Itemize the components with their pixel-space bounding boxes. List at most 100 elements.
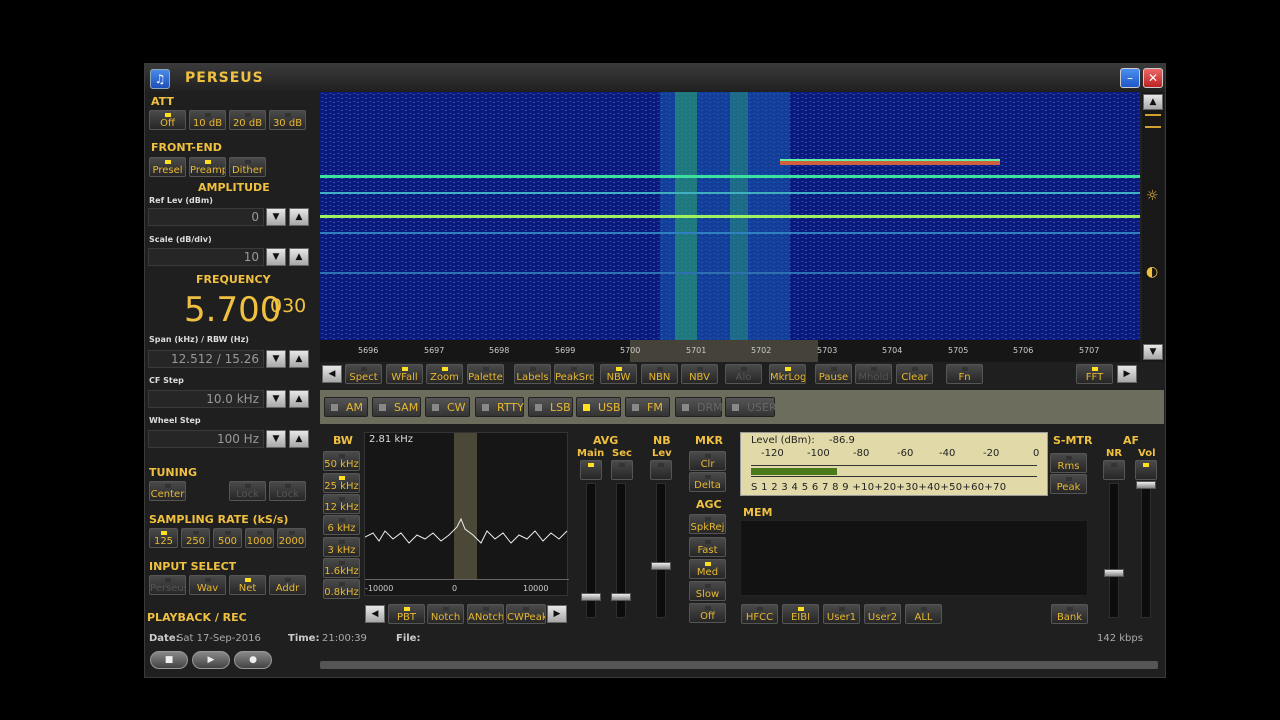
scroll-up-icon[interactable]: ▲: [1143, 94, 1163, 110]
rms-button[interactable]: Rms: [1050, 453, 1087, 473]
rate-250-button[interactable]: 250: [181, 528, 210, 548]
anotch-button[interactable]: ANotch: [467, 604, 504, 624]
mode-usb-button[interactable]: USB: [576, 397, 621, 417]
palette-button[interactable]: Palette: [467, 364, 504, 384]
nr-slider[interactable]: [1109, 483, 1119, 618]
pbt-right-icon[interactable]: ▶: [547, 605, 567, 623]
pbt-left-icon[interactable]: ◀: [365, 605, 385, 623]
wheel-step-field[interactable]: 100 Hz: [148, 430, 264, 448]
nr-toggle[interactable]: [1103, 460, 1125, 480]
mkr-delta-button[interactable]: Delta: [689, 472, 726, 492]
stop-icon[interactable]: ■: [150, 651, 188, 669]
mem-all-button[interactable]: ALL: [905, 604, 942, 624]
ref-lev-field[interactable]: 0: [148, 208, 264, 226]
agc-off-button[interactable]: Off: [689, 603, 726, 623]
att-20db-button[interactable]: 20 dB: [229, 110, 266, 130]
bw-1600-button[interactable]: 1.6kHz: [323, 558, 360, 578]
mem-bank-button[interactable]: Bank: [1051, 604, 1088, 624]
bw-50k-button[interactable]: 50 kHz: [323, 451, 360, 471]
vol-knob[interactable]: [1136, 481, 1156, 489]
nb-lev-knob[interactable]: [651, 562, 671, 570]
input-wav-button[interactable]: Wav: [189, 575, 226, 595]
avg-main-toggle[interactable]: [580, 460, 602, 480]
presel-button[interactable]: Presel: [149, 157, 186, 177]
mhold-button[interactable]: Mhold: [855, 364, 892, 384]
mem-user1-button[interactable]: User1: [823, 604, 860, 624]
tuning-lock2-button[interactable]: Lock: [269, 481, 306, 501]
nbv-button[interactable]: NBV: [681, 364, 718, 384]
bw-3k-button[interactable]: 3 kHz: [323, 537, 360, 557]
avg-sec-toggle[interactable]: [611, 460, 633, 480]
fft-button[interactable]: FFT: [1076, 364, 1113, 384]
toolbar-left-icon[interactable]: ◀: [322, 365, 342, 383]
rate-500-button[interactable]: 500: [213, 528, 242, 548]
spect-button[interactable]: Spect: [345, 364, 382, 384]
mode-fm-button[interactable]: FM: [625, 397, 670, 417]
cf-step-field[interactable]: 10.0 kHz: [148, 390, 264, 408]
zoom-button[interactable]: Zoom: [426, 364, 463, 384]
mem-hfcc-button[interactable]: HFCC: [741, 604, 778, 624]
close-icon[interactable]: ✕: [1143, 68, 1163, 88]
att-30db-button[interactable]: 30 dB: [269, 110, 306, 130]
bw-12k-button[interactable]: 12 kHz: [323, 494, 360, 514]
att-10db-button[interactable]: 10 dB: [189, 110, 226, 130]
nbw-button[interactable]: NBW: [600, 364, 637, 384]
rate-2000-button[interactable]: 2000: [277, 528, 306, 548]
mode-drm-button[interactable]: DRM: [675, 397, 723, 417]
cf-step-down-icon[interactable]: ▼: [266, 390, 286, 408]
mode-cw-button[interactable]: CW: [425, 397, 470, 417]
record-icon[interactable]: ●: [234, 651, 272, 669]
scale-down-icon[interactable]: ▼: [266, 248, 286, 266]
mem-list[interactable]: [740, 520, 1088, 596]
rate-125-button[interactable]: 125: [149, 528, 178, 548]
alo-button[interactable]: Alo: [725, 364, 762, 384]
minimize-icon[interactable]: –: [1120, 68, 1140, 88]
mode-user-button[interactable]: USER: [725, 397, 777, 417]
toolbar-right-icon[interactable]: ▶: [1117, 365, 1137, 383]
avg-sec-knob[interactable]: [611, 593, 631, 601]
wheel-step-up-icon[interactable]: ▲: [289, 430, 309, 448]
playback-progress[interactable]: [320, 661, 1158, 669]
vol-slider[interactable]: [1141, 483, 1151, 618]
cwpeak-button[interactable]: CWPeak: [506, 604, 546, 624]
nr-knob[interactable]: [1104, 569, 1124, 577]
bw-6k-button[interactable]: 6 kHz: [323, 515, 360, 535]
mode-am-button[interactable]: AM: [324, 397, 368, 417]
mode-rtty-button[interactable]: RTTY: [475, 397, 524, 417]
mem-eibi-button[interactable]: EIBI: [782, 604, 819, 624]
mkrlog-button[interactable]: MkrLog: [769, 364, 806, 384]
input-net-button[interactable]: Net: [229, 575, 266, 595]
preamp-button[interactable]: Preamp: [189, 157, 226, 177]
mode-lsb-button[interactable]: LSB: [528, 397, 573, 417]
frequency-fine[interactable]: 030: [270, 295, 306, 317]
nbn-button[interactable]: NBN: [641, 364, 678, 384]
avg-main-knob[interactable]: [581, 593, 601, 601]
att-off-button[interactable]: Off: [149, 110, 186, 130]
waterfall-display[interactable]: [320, 92, 1140, 340]
agc-fast-button[interactable]: Fast: [689, 537, 726, 557]
vol-toggle[interactable]: [1135, 460, 1157, 480]
nb-toggle[interactable]: [650, 460, 672, 480]
nb-lev-slider[interactable]: [656, 483, 666, 618]
bw-25k-button[interactable]: 25 kHz: [323, 473, 360, 493]
peak-button[interactable]: Peak: [1050, 474, 1087, 494]
peaksrc-button[interactable]: PeakSrc: [554, 364, 594, 384]
input-addr-button[interactable]: Addr: [269, 575, 306, 595]
frequency-scale[interactable]: 5696 5697 5698 5699 5700 5701 5702 5703 …: [320, 340, 1140, 362]
notch-button[interactable]: Notch: [427, 604, 464, 624]
speed-icon[interactable]: [1145, 114, 1161, 128]
pbt-button[interactable]: PBT: [388, 604, 425, 624]
frequency-main[interactable]: 5.700: [184, 290, 281, 330]
bw-800-button[interactable]: 0.8kHz: [323, 579, 360, 599]
mkr-clr-button[interactable]: Clr: [689, 451, 726, 471]
input-perseus-button[interactable]: Perseus: [149, 575, 186, 595]
ref-lev-down-icon[interactable]: ▼: [266, 208, 286, 226]
rate-1000-button[interactable]: 1000: [245, 528, 274, 548]
play-icon[interactable]: ▶: [192, 651, 230, 669]
agc-slow-button[interactable]: Slow: [689, 581, 726, 601]
wfall-button[interactable]: WFall: [386, 364, 423, 384]
center-button[interactable]: Center: [149, 481, 186, 501]
ref-lev-up-icon[interactable]: ▲: [289, 208, 309, 226]
contrast-icon[interactable]: ◐: [1146, 264, 1158, 280]
agc-med-button[interactable]: Med: [689, 559, 726, 579]
